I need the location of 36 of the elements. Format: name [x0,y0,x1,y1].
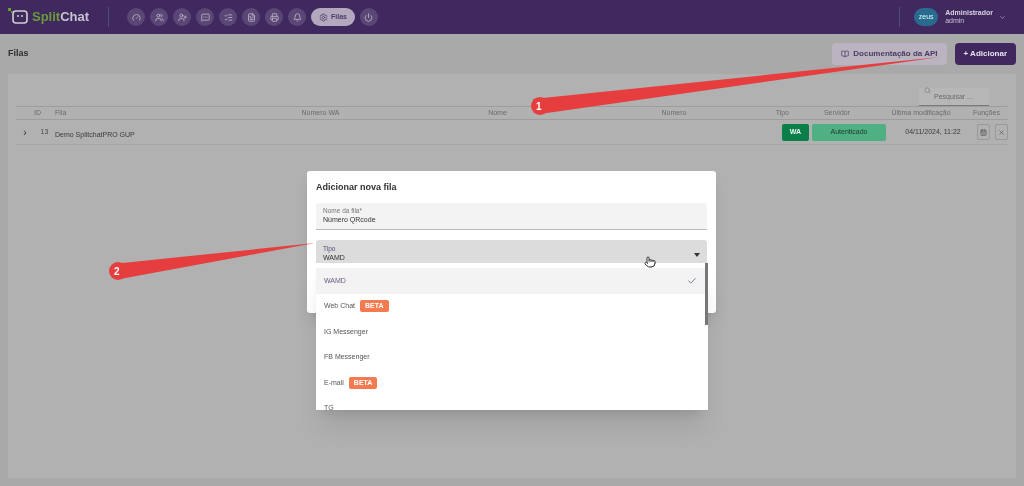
nav-button[interactable] [173,8,191,26]
users-icon [154,12,164,22]
nav-button[interactable] [359,8,378,26]
checklist-icon [223,12,233,22]
book-icon [841,50,850,58]
page-title: Filas [8,47,29,61]
settings-icon [319,12,328,22]
power-icon [364,12,374,22]
nav-button[interactable] [288,8,306,26]
logo-text: SplitChat [32,8,90,27]
nav-button[interactable] [265,8,283,26]
scrollbar[interactable] [705,263,708,325]
expand-toggle[interactable]: › [23,124,27,140]
dialog-title: Adicionar nova fila [316,181,398,194]
annotation-number: 2 [114,265,120,279]
calendar-icon [980,128,987,136]
nav-button[interactable] [150,8,168,26]
nav-button[interactable] [127,8,145,26]
user-plus-icon [177,12,187,22]
chat-icon [200,12,210,22]
close-icon [998,128,1005,136]
document-icon [246,12,256,22]
add-button[interactable]: + Adicionar [954,43,1016,65]
search-icon [924,87,931,94]
dropdown-caret-icon [694,252,700,257]
nav-button[interactable] [219,8,237,26]
gauge-icon [131,12,141,22]
bell-icon [292,12,302,22]
chevron-down-icon[interactable] [999,13,1006,21]
api-docs-button[interactable]: Documentação da API [832,43,947,65]
nav-button[interactable] [196,8,214,26]
annotation-number: 1 [536,100,542,114]
logo-icon [8,7,30,27]
printer-icon [269,12,279,22]
check-icon [687,275,697,286]
nav-button[interactable] [242,8,260,26]
